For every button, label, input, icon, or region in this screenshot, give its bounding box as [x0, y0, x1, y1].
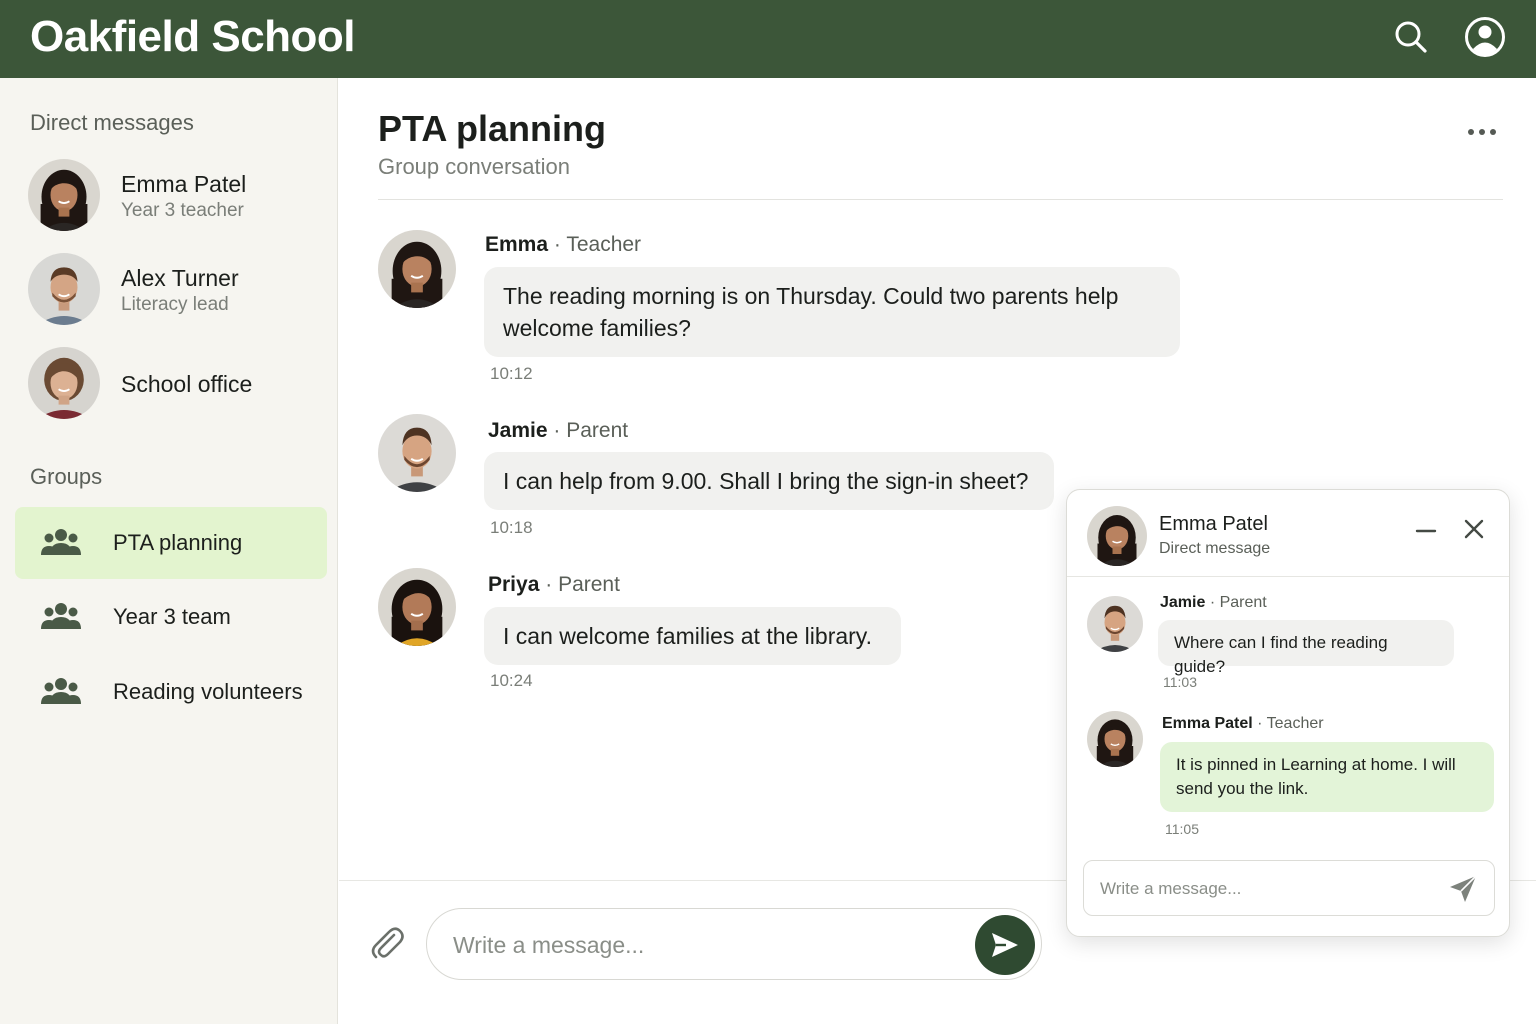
avatar	[1087, 711, 1143, 767]
group-icon	[41, 601, 81, 633]
dm-name: Emma Patel	[121, 171, 247, 197]
avatar	[1087, 596, 1143, 652]
message-composer	[426, 908, 1042, 980]
message-author: Jamie · Parent	[1160, 594, 1267, 611]
sidebar-group-year-3-team[interactable]: Year 3 team	[15, 581, 327, 653]
message-bubble: I can help from 9.00. Shall I bring the …	[484, 452, 1054, 510]
direct-messages-heading: Direct messages	[30, 110, 194, 135]
panel-contact-name: Emma Patel	[1159, 513, 1268, 535]
message-bubble: I can welcome families at the library.	[484, 607, 901, 665]
conversation-subtitle: Group conversation	[378, 154, 570, 179]
message-bubble: Where can I find the reading guide?	[1158, 620, 1454, 676]
avatar	[28, 253, 100, 325]
message-time: 11:03	[1163, 674, 1197, 690]
dm-item-school-office[interactable]: School office	[0, 345, 338, 429]
message-author: Emma · Teacher	[485, 233, 642, 256]
sidebar-group-pta-planning[interactable]: PTA planning	[15, 507, 327, 579]
minimize-icon[interactable]	[1411, 516, 1441, 546]
message-author: Emma Patel · Teacher	[1162, 715, 1324, 732]
sidebar-group-reading-volunteers[interactable]: Reading volunteers	[15, 656, 327, 728]
message-bubble: The reading morning is on Thursday. Coul…	[484, 267, 1180, 357]
app-header: Oakfield School	[0, 0, 1536, 78]
dm-name: School office	[121, 371, 253, 397]
send-icon	[992, 933, 1018, 957]
dm-item-alex-turner[interactable]: Alex Turner Literacy lead	[0, 251, 338, 335]
dm-item-emma-patel[interactable]: Emma Patel Year 3 teacher	[0, 157, 338, 241]
divider	[378, 199, 1503, 200]
group-icon	[41, 527, 81, 559]
sidebar: Direct messages Emma Patel Year 3 teache…	[0, 78, 338, 1024]
message-time: 11:05	[1165, 821, 1199, 837]
school-logo[interactable]: Oakfield School	[30, 12, 356, 62]
avatar	[28, 159, 100, 231]
message-time: 10:18	[490, 518, 533, 537]
dm-role: Literacy lead	[121, 294, 229, 315]
message-time: 10:12	[490, 364, 533, 383]
dm-role: Year 3 teacher	[121, 200, 244, 221]
message-input[interactable]	[453, 925, 953, 965]
panel-message-composer	[1083, 860, 1495, 916]
groups-heading: Groups	[30, 464, 103, 489]
direct-message-panel: Emma Patel Direct message Jamie · Parent…	[1066, 489, 1510, 937]
group-icon	[41, 676, 81, 708]
message-time: 10:24	[490, 671, 533, 690]
group-label: Year 3 team	[113, 604, 231, 629]
search-icon[interactable]	[1388, 14, 1434, 60]
avatar[interactable]	[378, 568, 456, 646]
dm-name: Alex Turner	[121, 265, 239, 291]
message-author: Jamie · Parent	[488, 419, 629, 442]
more-options-icon[interactable]	[1459, 118, 1505, 146]
group-label: Reading volunteers	[113, 679, 303, 704]
avatar	[28, 347, 100, 419]
conversation-title: PTA planning	[378, 108, 606, 149]
account-icon[interactable]	[1462, 14, 1508, 60]
avatar[interactable]	[378, 414, 456, 492]
divider	[1067, 576, 1509, 577]
panel-message-input[interactable]	[1100, 873, 1440, 905]
close-icon[interactable]	[1459, 514, 1489, 544]
panel-subtitle: Direct message	[1159, 540, 1271, 557]
group-label: PTA planning	[113, 530, 243, 555]
message-bubble: It is pinned in Learning at home. I will…	[1160, 742, 1494, 812]
avatar	[1087, 506, 1147, 566]
avatar[interactable]	[378, 230, 456, 308]
attach-icon[interactable]	[367, 923, 407, 963]
send-button[interactable]	[975, 915, 1035, 975]
message-author: Priya · Parent	[488, 573, 620, 596]
send-icon[interactable]	[1446, 872, 1480, 906]
